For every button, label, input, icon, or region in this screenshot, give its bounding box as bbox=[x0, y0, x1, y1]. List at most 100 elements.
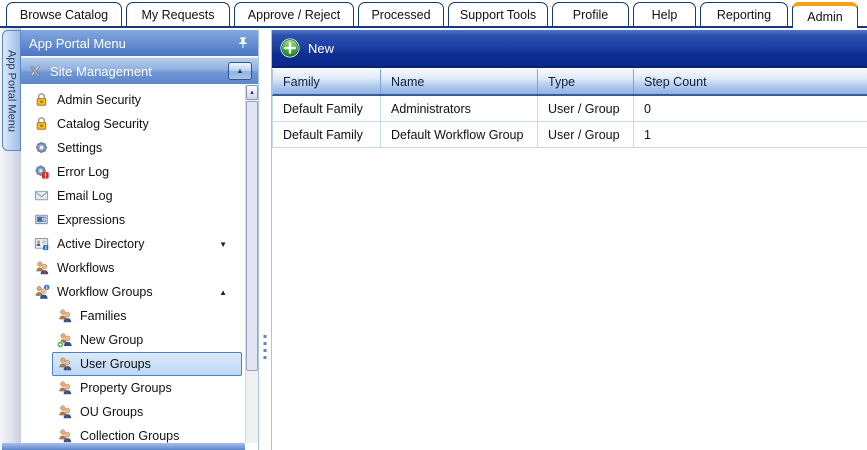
sidebar-item-user-groups[interactable]: User Groups bbox=[21, 352, 245, 376]
vertical-tab-label: App Portal Menu bbox=[6, 50, 18, 132]
table-row[interactable]: Default FamilyDefault Workflow GroupUser… bbox=[273, 122, 867, 148]
table-cell: Default Family bbox=[273, 122, 381, 147]
sidebar-item-label: Settings bbox=[57, 141, 102, 155]
sidebar-item-label: Error Log bbox=[57, 165, 109, 179]
sidebar-bottom-bar bbox=[2, 443, 245, 450]
column-header-family[interactable]: Family bbox=[273, 69, 381, 94]
sidebar-item-collection-groups[interactable]: Collection Groups bbox=[21, 424, 245, 443]
sidebar-item-label: Workflows bbox=[57, 261, 114, 275]
people-icon bbox=[57, 428, 73, 443]
sidebar-item-admin-security[interactable]: Admin Security bbox=[21, 88, 245, 112]
table-cell: 0 bbox=[634, 96, 867, 121]
sidebar-scrollbar[interactable]: ▲ bbox=[245, 85, 258, 443]
people-info-icon bbox=[34, 284, 50, 300]
sidebar-item-error-log[interactable]: Error Log bbox=[21, 160, 245, 184]
sidebar-item-workflows[interactable]: Workflows bbox=[21, 256, 245, 280]
sidebar-item-inner: Admin Security bbox=[29, 88, 242, 112]
sidebar-item-label: Active Directory bbox=[57, 237, 145, 251]
new-button[interactable]: New bbox=[280, 38, 334, 58]
new-button-label: New bbox=[308, 41, 334, 56]
people-icon bbox=[57, 380, 73, 396]
scrollbar-up-icon[interactable]: ▲ bbox=[246, 85, 258, 100]
plus-circle-icon bbox=[280, 38, 300, 58]
sidebar-item-label: User Groups bbox=[80, 357, 151, 371]
tab-reporting[interactable]: Reporting bbox=[700, 2, 788, 26]
table-cell: Default Workflow Group bbox=[381, 122, 538, 147]
sidebar-item-inner: Email Log bbox=[29, 184, 242, 208]
vertical-tab-app-portal-menu[interactable]: App Portal Menu bbox=[2, 30, 21, 151]
content-toolbar: New bbox=[272, 30, 867, 68]
sidebar-list: Admin Security Catalog Security Settings Er… bbox=[21, 84, 245, 443]
sidebar-item-inner: Workflows bbox=[29, 256, 242, 280]
tab-help[interactable]: Help bbox=[633, 2, 696, 26]
sidebar-item-inner: Collection Groups bbox=[52, 424, 242, 443]
column-header-type[interactable]: Type bbox=[538, 69, 634, 94]
directory-card-icon bbox=[34, 236, 50, 252]
sidebar-item-inner: Catalog Security bbox=[29, 112, 242, 136]
sidebar-header-title: App Portal Menu bbox=[29, 36, 126, 51]
sidebar-section-label: Site Management bbox=[50, 64, 152, 79]
sidebar-item-inner: Active Directory ▼ bbox=[29, 232, 242, 256]
tab-browse-catalog[interactable]: Browse Catalog bbox=[6, 2, 122, 26]
sidebar-item-ou-groups[interactable]: OU Groups bbox=[21, 400, 245, 424]
sidebar-item-property-groups[interactable]: Property Groups bbox=[21, 376, 245, 400]
lock-icon bbox=[34, 92, 50, 108]
sidebar-item-inner: Property Groups bbox=[52, 376, 242, 400]
table-cell: Administrators bbox=[381, 96, 538, 121]
table-body: Default FamilyAdministratorsUser / Group… bbox=[272, 96, 867, 148]
table-header: FamilyNameTypeStep Count bbox=[272, 69, 867, 96]
tab-approve-reject[interactable]: Approve / Reject bbox=[234, 2, 354, 26]
chevron-down-icon[interactable]: ▼ bbox=[219, 240, 227, 249]
sidebar-item-settings[interactable]: Settings bbox=[21, 136, 245, 160]
sidebar-item-label: Property Groups bbox=[80, 381, 172, 395]
sidebar-item-label: Expressions bbox=[57, 213, 125, 227]
scrollbar-thumb[interactable] bbox=[246, 101, 258, 371]
table-cell: User / Group bbox=[538, 122, 634, 147]
lock-icon bbox=[34, 116, 50, 132]
tools-icon bbox=[27, 63, 43, 79]
sidebar-item-label: OU Groups bbox=[80, 405, 143, 419]
sidebar-item-inner: OU Groups bbox=[52, 400, 242, 424]
sidebar-item-workflow-groups[interactable]: Workflow Groups ▲ bbox=[21, 280, 245, 304]
people-icon bbox=[57, 356, 73, 372]
tab-processed[interactable]: Processed bbox=[358, 2, 444, 26]
table-row[interactable]: Default FamilyAdministratorsUser / Group… bbox=[273, 96, 867, 122]
tab-admin[interactable]: Admin bbox=[792, 2, 858, 28]
tab-support-tools[interactable]: Support Tools bbox=[448, 2, 548, 26]
sidebar-item-email-log[interactable]: Email Log bbox=[21, 184, 245, 208]
people-icon bbox=[57, 404, 73, 420]
sidebar-item-label: Email Log bbox=[57, 189, 113, 203]
sidebar-item-label: Families bbox=[80, 309, 127, 323]
mail-icon bbox=[34, 188, 50, 204]
column-header-name[interactable]: Name bbox=[381, 69, 538, 94]
sidebar-item-inner: Workflow Groups ▲ bbox=[29, 280, 242, 304]
sidebar-item-families[interactable]: Families bbox=[21, 304, 245, 328]
expressions-icon bbox=[34, 212, 50, 228]
table-cell: User / Group bbox=[538, 96, 634, 121]
sidebar-item-expressions[interactable]: Expressions bbox=[21, 208, 245, 232]
sidebar-item-label: Collection Groups bbox=[80, 429, 179, 443]
tab-bar: Browse CatalogMy RequestsApprove / Rejec… bbox=[0, 0, 867, 28]
people-icon bbox=[57, 308, 73, 324]
sidebar-item-label: Admin Security bbox=[57, 93, 141, 107]
sidebar-item-inner: User Groups bbox=[52, 352, 242, 376]
column-header-step-count[interactable]: Step Count bbox=[634, 69, 867, 94]
gear-error-icon bbox=[34, 164, 50, 180]
splitter-grip-icon bbox=[264, 335, 267, 359]
tab-profile[interactable]: Profile bbox=[552, 2, 629, 26]
gear-icon bbox=[34, 140, 50, 156]
sidebar-item-label: Workflow Groups bbox=[57, 285, 153, 299]
sidebar-item-active-directory[interactable]: Active Directory ▼ bbox=[21, 232, 245, 256]
sidebar-item-label: Catalog Security bbox=[57, 117, 149, 131]
chevron-up-icon[interactable]: ▲ bbox=[219, 288, 227, 297]
sidebar-item-new-group[interactable]: New Group bbox=[21, 328, 245, 352]
sidebar-item-inner: Error Log bbox=[29, 160, 242, 184]
sidebar-item-catalog-security[interactable]: Catalog Security bbox=[21, 112, 245, 136]
people-icon bbox=[34, 260, 50, 276]
tab-my-requests[interactable]: My Requests bbox=[126, 2, 230, 26]
collapse-up-button[interactable]: ▲ bbox=[228, 62, 252, 80]
sidebar-item-inner: Settings bbox=[29, 136, 242, 160]
pin-icon[interactable] bbox=[236, 36, 250, 50]
panel-splitter[interactable] bbox=[258, 30, 272, 450]
sidebar-section-site-management[interactable]: Site Management ▲ bbox=[21, 57, 258, 84]
